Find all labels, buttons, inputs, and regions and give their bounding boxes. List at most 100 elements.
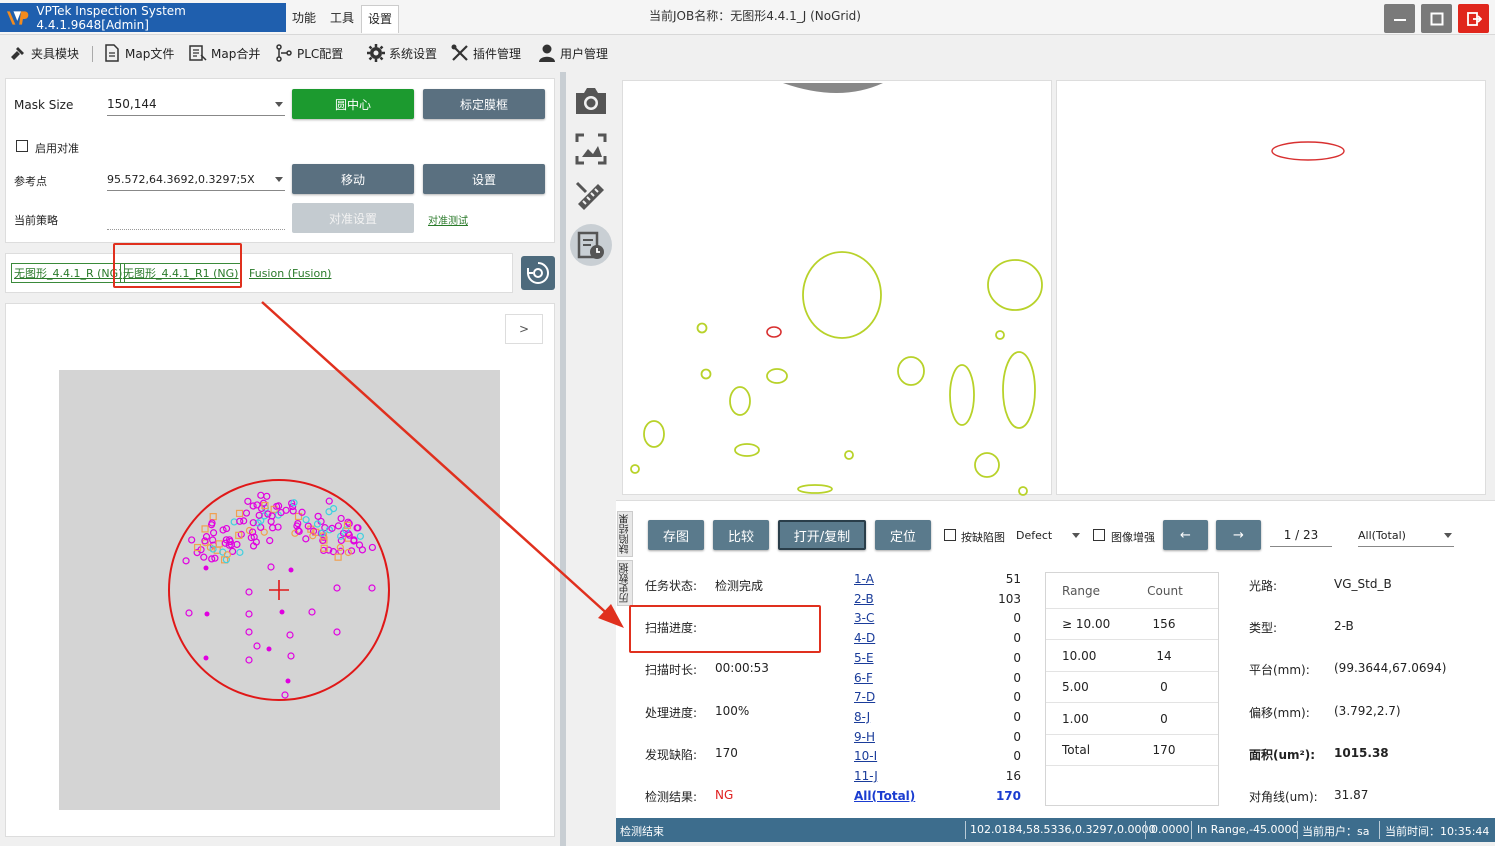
clipboard-clock-icon	[577, 231, 604, 259]
range-table-row: ≥ 10.00 156	[1046, 609, 1218, 640]
tab-history-data[interactable]: 历史数据	[617, 560, 633, 606]
enable-align-checkbox[interactable]	[16, 140, 28, 152]
defect-category-link[interactable]: 11-J	[854, 769, 878, 783]
camera-tool-button[interactable]	[570, 80, 612, 122]
menu-function[interactable]: 功能	[286, 7, 322, 29]
menu-tools[interactable]: 工具	[324, 7, 360, 29]
toolbar-map-file-label: Map文件	[125, 46, 175, 61]
toolbar-system-settings[interactable]: 系统设置	[366, 42, 437, 64]
toolbar-plugin-manage[interactable]: 插件管理	[450, 42, 521, 64]
defect-marker	[209, 513, 217, 521]
defect-marker	[285, 678, 291, 684]
defect-category-count: 0	[1013, 749, 1021, 764]
wafer-map-canvas[interactable]	[59, 370, 500, 810]
platform-value: (99.3644,67.0694)	[1334, 661, 1447, 675]
defect-marker	[203, 565, 209, 571]
save-image-button[interactable]: 存图	[648, 520, 704, 550]
defect-category-count: 0	[1013, 690, 1021, 705]
snapshot-tool-button[interactable]	[570, 128, 612, 170]
minimize-button[interactable]	[1384, 4, 1415, 33]
defect-category-link[interactable]: 10-I	[854, 749, 877, 763]
recipe-tab-r[interactable]: 无图形_4.4.1_R (NG)	[11, 263, 126, 283]
maximize-button[interactable]	[1421, 4, 1452, 33]
setup-button[interactable]: 设置	[423, 164, 545, 194]
defect-category-link[interactable]: All(Total)	[854, 789, 915, 803]
app-title-badge: VPTek Inspection System 4.4.1.9648[Admin…	[0, 3, 286, 32]
menu-settings[interactable]: 设置	[361, 5, 400, 33]
compare-button[interactable]: 比较	[713, 520, 769, 550]
defect-filter-combo[interactable]: All(Total)	[1358, 525, 1454, 547]
defect-category-link[interactable]: 2-B	[854, 592, 874, 606]
toolbar-map-file[interactable]: Map文件	[102, 42, 174, 64]
by-defect-checkbox[interactable]	[944, 529, 956, 541]
close-button[interactable]	[1458, 4, 1489, 33]
defect-image-viewer-left[interactable]	[622, 80, 1052, 496]
tab-defect-results[interactable]: 缺陷结果	[617, 511, 633, 557]
plc-icon	[276, 44, 292, 62]
defect-category-link[interactable]: 7-D	[854, 690, 875, 704]
defect-marker	[356, 532, 364, 540]
expand-map-button[interactable]: >	[505, 314, 543, 344]
toolbar-plc-config[interactable]: PLC配置	[274, 42, 343, 64]
defect-category-link[interactable]: 8-J	[854, 710, 870, 724]
move-button[interactable]: 移动	[292, 164, 414, 194]
status-separator	[1379, 821, 1380, 839]
defect-marker	[209, 529, 218, 537]
defect-marker	[245, 628, 253, 636]
count-header: Count	[1147, 584, 1183, 598]
toolbar-fixture-module[interactable]: 夹具模块	[8, 42, 79, 64]
toolbar-user-label: 用户管理	[560, 46, 609, 61]
diagonal-value: 31.87	[1334, 788, 1369, 802]
toolbar-map-merge[interactable]: Map合并	[188, 42, 260, 64]
range-table-row: Total 170	[1046, 735, 1218, 766]
image-enhance-checkbox[interactable]	[1093, 529, 1105, 541]
range-table-row: 5.00 0	[1046, 672, 1218, 703]
defect-category-link[interactable]: 3-C	[854, 611, 874, 625]
panel-splitter[interactable]	[560, 72, 566, 846]
inspection-result-label: 检测结果:	[645, 790, 698, 804]
defect-category-link[interactable]: 5-E	[854, 651, 874, 665]
defect-marker	[267, 563, 275, 571]
type-value: 2-B	[1334, 619, 1354, 633]
defect-marker	[337, 514, 345, 523]
mask-size-combo[interactable]: 150,144	[107, 94, 285, 116]
align-test-link[interactable]: 对准测试	[428, 212, 468, 227]
defect-marker	[266, 646, 272, 652]
defect-marker	[336, 543, 344, 552]
defect-marker	[188, 536, 196, 544]
scan-time-label: 扫描时长:	[645, 663, 698, 677]
strategy-field[interactable]	[107, 229, 285, 230]
status-current-time: 当前时间：10:35:44	[1385, 825, 1490, 838]
defect-marker	[334, 553, 342, 561]
next-page-button[interactable]: →	[1216, 520, 1261, 550]
open-copy-button[interactable]: 打开/复制	[778, 520, 866, 550]
circle-center-button[interactable]: 圆中心	[292, 89, 414, 119]
chevron-down-icon	[1072, 533, 1080, 538]
defect-marker	[325, 497, 333, 505]
align-setup-button[interactable]: 对准设置	[292, 203, 414, 233]
range-table-row: 1.00 0	[1046, 704, 1218, 735]
measure-tool-button[interactable]	[570, 176, 612, 218]
toolbar-user-manage[interactable]: 用户管理	[537, 42, 608, 64]
range-header: Range	[1062, 584, 1101, 598]
inspection-result-value: NG	[715, 788, 734, 802]
defect-category-link[interactable]: 1-A	[854, 572, 874, 586]
page-indicator[interactable]: 1 / 23	[1270, 528, 1332, 547]
locate-button[interactable]: 定位	[875, 520, 931, 550]
task-status-value: 检测完成	[715, 579, 764, 593]
ref-point-combo[interactable]: 95.572,64.3692,0.3297;5X	[107, 169, 285, 191]
prev-page-button[interactable]: ←	[1163, 520, 1208, 550]
status-coords: 102.0184,58.5336,0.3297,0.0000	[970, 823, 1156, 836]
defect-category-link[interactable]: 6-F	[854, 671, 873, 685]
recipe-tab-fusion[interactable]: Fusion (Fusion)	[249, 267, 331, 280]
defect-category-link[interactable]: 9-H	[854, 730, 875, 744]
fixture-icon	[11, 47, 24, 60]
defect-image-viewer-right[interactable]	[1056, 80, 1486, 495]
defect-category-link[interactable]: 4-D	[854, 631, 875, 645]
defect-type-combo[interactable]: Defect	[1016, 525, 1082, 547]
defect-marker	[286, 631, 294, 639]
calibrate-frame-button[interactable]: 标定膜框	[423, 89, 545, 119]
maximize-icon	[1430, 12, 1443, 25]
refresh-button[interactable]	[521, 256, 555, 290]
report-tool-button[interactable]	[570, 224, 612, 266]
